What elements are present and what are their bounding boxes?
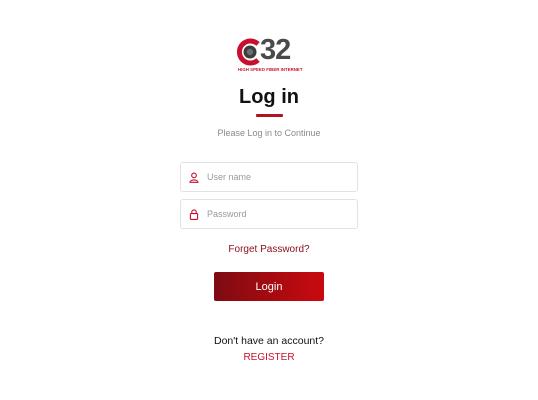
title-underline — [256, 114, 283, 117]
user-icon — [189, 172, 199, 183]
password-field[interactable] — [180, 199, 358, 229]
no-account-text: Don't have an account? — [214, 335, 324, 347]
password-input[interactable] — [207, 200, 353, 228]
login-button[interactable]: Login — [214, 272, 324, 301]
page-subtitle: Please Log in to Continue — [217, 128, 321, 138]
logo-tagline: HIGH SPEED FIBER INTERNET — [238, 67, 303, 72]
lock-icon — [189, 209, 199, 220]
username-field[interactable] — [180, 162, 358, 192]
register-link[interactable]: REGISTER — [0, 352, 538, 363]
page-title: Log in — [239, 86, 299, 108]
forgot-password-link[interactable]: Forget Password? — [0, 244, 538, 255]
username-input[interactable] — [207, 163, 353, 191]
brand-logo: 32 HIGH SPEED FIBER INTERNET — [236, 34, 304, 74]
logo-number: 32 — [260, 34, 291, 66]
